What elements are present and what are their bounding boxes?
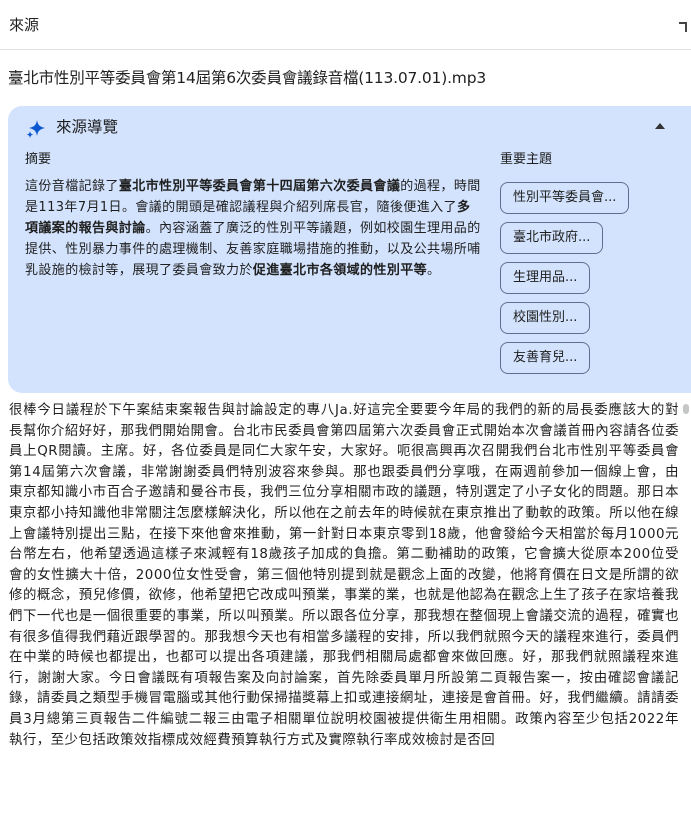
sources-header: 來源 (0, 0, 691, 50)
summary-text: 這份音檔記錄了臺北市性別平等委員會第十四屆第六次委員會議的過程，時間是113年7… (25, 179, 481, 278)
collapse-panel-icon[interactable] (679, 22, 687, 32)
summary-highlight: 促進臺北市各領域的性別平等 (252, 263, 428, 278)
source-file-title: 臺北市性別平等委員會第14屆第6次委員會議錄音檔(113.07.01).mp3 (8, 69, 486, 87)
sources-header-title: 來源 (9, 16, 40, 34)
scrollbar-thumb[interactable] (683, 404, 689, 414)
topic-chip[interactable]: 性別平等委員會... (500, 182, 630, 214)
summary-heading: 摘要 (25, 152, 52, 167)
transcript-text: 很棒今日議程於下午案結束案報告與討論設定的專八Ja.好這完全要要今年局的我們的新… (9, 403, 679, 748)
topic-chip[interactable]: 臺北市政府... (500, 222, 604, 254)
topic-chip[interactable]: 友善育兒... (500, 342, 591, 374)
key-topics-heading: 重要主題 (500, 152, 553, 167)
source-guide-title: 來源導覽 (56, 118, 119, 136)
source-guide-card: 來源導覽 摘要 這份音檔記錄了臺北市性別平等委員會第十四屆第六次委員會議的過程，… (8, 106, 691, 393)
summary-highlight: 臺北市性別平等委員會第十四屆第六次委員會議 (118, 179, 401, 194)
chevron-up-icon[interactable] (655, 123, 665, 129)
topic-chip[interactable]: 校園性別... (500, 302, 591, 334)
topic-chip[interactable]: 生理用品... (500, 262, 591, 294)
sparkle-icon (26, 120, 45, 139)
